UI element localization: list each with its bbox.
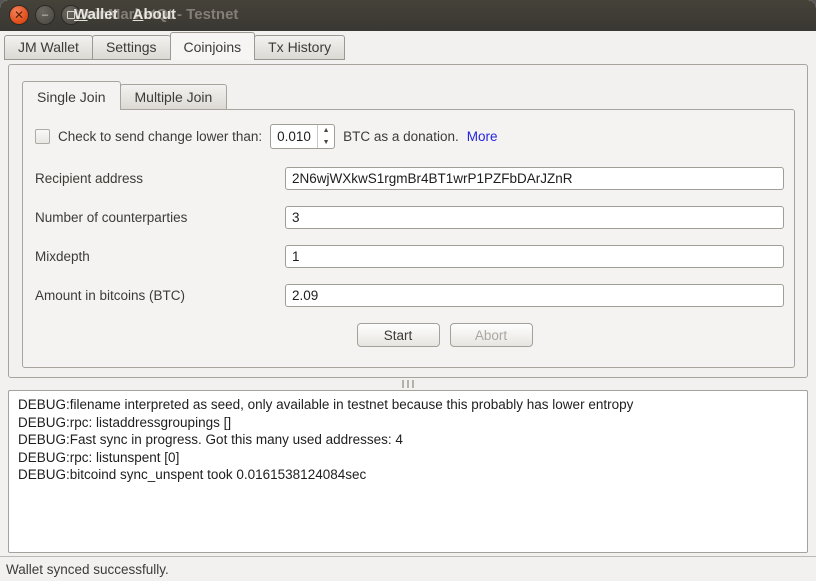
log-line: DEBUG:rpc: listunspent [0] [18, 449, 798, 467]
action-buttons: Start Abort [35, 323, 784, 347]
window-controls: ✕ – [9, 5, 81, 25]
tab-single-join[interactable]: Single Join [22, 81, 121, 110]
amount-input[interactable] [285, 284, 784, 307]
spinner-arrows: ▲ ▼ [317, 125, 334, 148]
spin-up-icon[interactable]: ▲ [318, 125, 334, 137]
log-line: DEBUG:Fast sync in progress. Got this ma… [18, 431, 798, 449]
coinjoins-panel: Single Join Multiple Join Check to send … [8, 64, 808, 378]
donation-more-link[interactable]: More [467, 129, 498, 144]
counterparties-label: Number of counterparties [35, 210, 285, 225]
start-button[interactable]: Start [357, 323, 440, 347]
abort-button[interactable]: Abort [450, 323, 533, 347]
close-icon[interactable]: ✕ [9, 5, 29, 25]
tab-tx-history[interactable]: Tx History [254, 35, 345, 60]
counterparties-input[interactable] [285, 206, 784, 229]
menu-about-rest: bout [143, 6, 175, 23]
donation-label: Check to send change lower than: [58, 129, 262, 144]
tab-coinjoins[interactable]: Coinjoins [170, 32, 256, 60]
debug-log[interactable]: DEBUG:filename interpreted as seed, only… [8, 390, 808, 553]
form-row-amount: Amount in bitcoins (BTC) [35, 284, 784, 307]
menu-wallet-rest: allet [88, 6, 118, 23]
form-row-recipient: Recipient address [35, 167, 784, 190]
donation-amount-input[interactable] [271, 125, 317, 148]
menu-about[interactable]: About [133, 6, 176, 23]
recipient-address-label: Recipient address [35, 171, 285, 186]
joinmarket-window: ✕ – JoinMarketQt - Testnet Wallet About … [0, 0, 816, 581]
splitter-handle[interactable] [0, 378, 816, 390]
spin-down-icon[interactable]: ▼ [318, 137, 334, 149]
log-line: DEBUG:bitcoind sync_unspent took 0.01615… [18, 466, 798, 484]
tab-multiple-join[interactable]: Multiple Join [120, 84, 228, 110]
amount-label: Amount in bitcoins (BTC) [35, 288, 285, 303]
tab-settings[interactable]: Settings [92, 35, 171, 60]
menubar: Wallet About [74, 6, 176, 23]
single-join-pane: Check to send change lower than: ▲ ▼ BTC… [22, 109, 795, 368]
titlebar[interactable]: ✕ – JoinMarketQt - Testnet Wallet About [0, 0, 816, 31]
tab-jm-wallet[interactable]: JM Wallet [4, 35, 93, 60]
mixdepth-input[interactable] [285, 245, 784, 268]
donation-row: Check to send change lower than: ▲ ▼ BTC… [35, 124, 784, 149]
minimize-icon[interactable]: – [35, 5, 55, 25]
form-row-counterparties: Number of counterparties [35, 206, 784, 229]
recipient-address-input[interactable] [285, 167, 784, 190]
log-line: DEBUG:filename interpreted as seed, only… [18, 396, 798, 414]
form-row-mixdepth: Mixdepth [35, 245, 784, 268]
donation-suffix: BTC as a donation. [343, 129, 459, 144]
menu-wallet-mnemonic: W [74, 6, 88, 23]
main-tabbar: JM Wallet Settings Coinjoins Tx History [0, 31, 816, 60]
donation-amount-spinner: ▲ ▼ [270, 124, 335, 149]
mixdepth-label: Mixdepth [35, 249, 285, 264]
status-message: Wallet synced successfully. [6, 562, 169, 577]
log-line: DEBUG:rpc: listaddressgroupings [] [18, 414, 798, 432]
donation-checkbox[interactable] [35, 129, 50, 144]
menu-wallet[interactable]: Wallet [74, 6, 118, 23]
join-tabbar: Single Join Multiple Join [22, 81, 226, 110]
statusbar: Wallet synced successfully. [0, 556, 816, 581]
menu-about-mnemonic: A [133, 6, 144, 23]
